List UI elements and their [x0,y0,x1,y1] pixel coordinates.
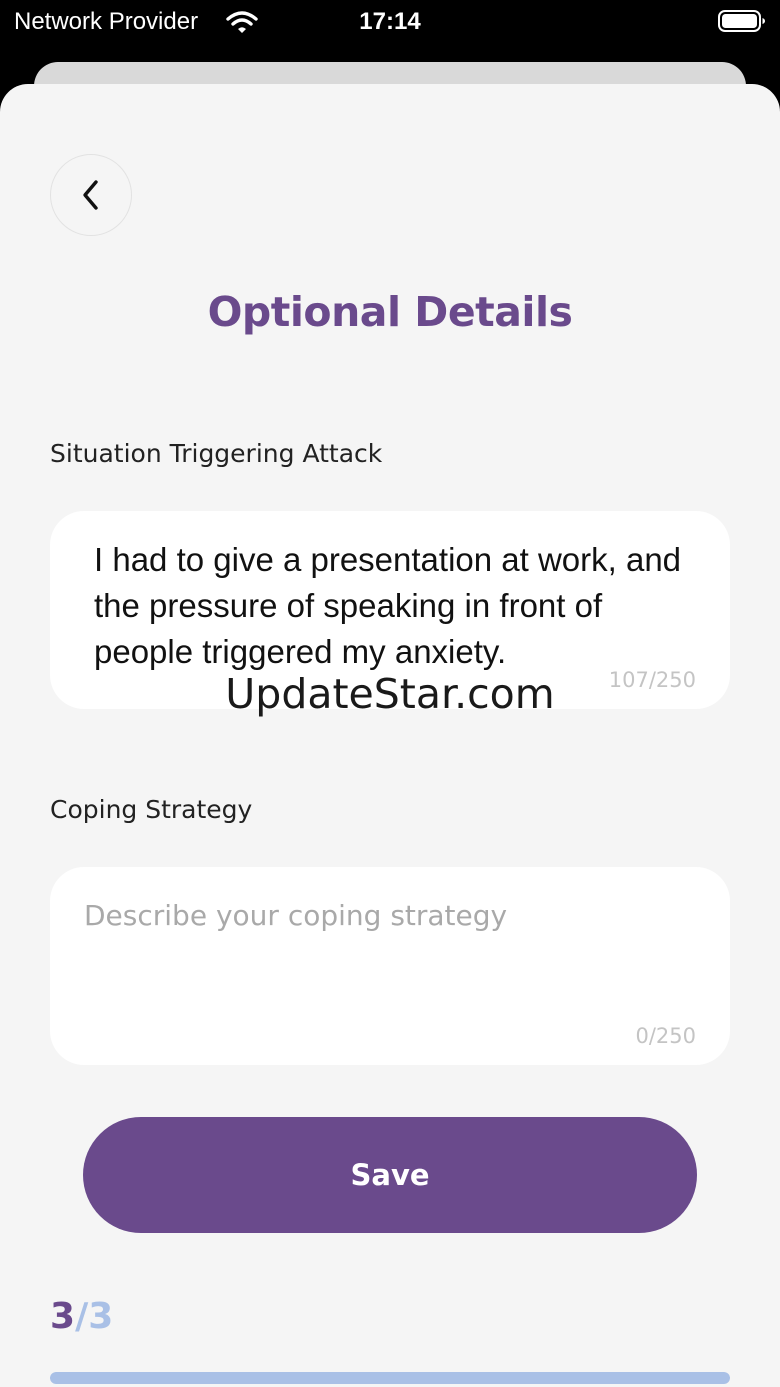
coping-char-count: 0/250 [635,1024,696,1048]
chevron-left-icon [83,180,98,210]
situation-label: Situation Triggering Attack [50,439,383,468]
progress-bar [50,1372,730,1384]
status-time: 17:14 [359,8,421,35]
progress-fill [50,1372,730,1384]
step-total: 3 [88,1296,114,1337]
situation-input-value: I had to give a presentation at work, an… [94,541,682,670]
coping-input[interactable]: Describe your coping strategy 0/250 [50,867,730,1065]
coping-label: Coping Strategy [50,795,253,824]
page-title: Optional Details [207,288,573,336]
coping-input-placeholder: Describe your coping strategy [84,899,508,932]
watermark: UpdateStar.com [225,670,555,718]
step-counter: 3/3 [50,1294,113,1340]
battery-icon [718,10,765,32]
optional-details-sheet: Optional Details Situation Triggering At… [0,84,780,1387]
step-current: 3 [50,1296,76,1337]
back-button[interactable] [50,154,132,236]
status-bar: Network Provider 17:14 [0,0,780,44]
step-separator: / [75,1296,89,1337]
save-button[interactable]: Save [83,1117,697,1233]
